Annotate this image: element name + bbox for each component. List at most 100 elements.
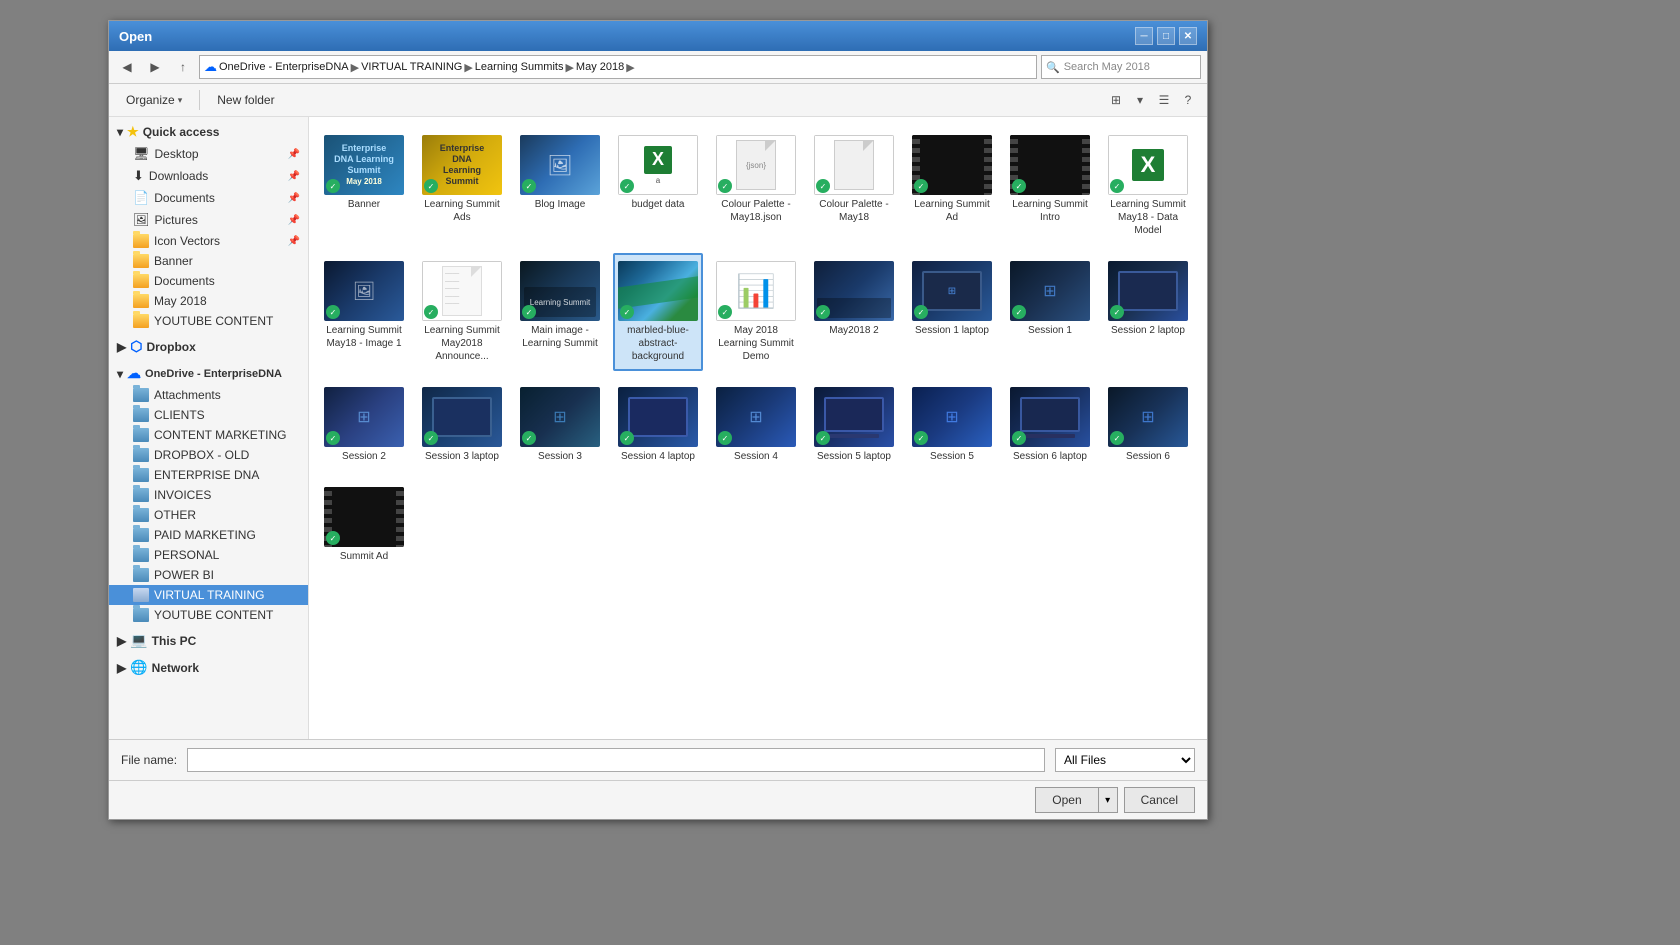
list-item[interactable]: 🖼 ✓ Learning Summit May18 - Image 1 [319,253,409,371]
sidebar-item-personal[interactable]: PERSONAL [109,545,308,565]
sync-icon: ✓ [326,531,340,545]
sidebar-item-downloads-label: Downloads [149,169,208,183]
list-item[interactable]: ✓ Summit Ad [319,479,409,571]
view-dropdown-button[interactable]: ▾ [1129,89,1151,111]
this-pc-header[interactable]: ▶ 💻 This PC [109,629,308,652]
search-box[interactable]: 🔍 Search May 2018 [1041,55,1201,79]
sidebar-item-personal-label: PERSONAL [154,548,219,562]
sidebar-item-documents2[interactable]: Documents [109,271,308,291]
list-item[interactable]: ──────────────────── ✓ Learning Summit M… [417,253,507,371]
toolbar: Organize ▾ New folder ⊞ ▾ ☰ ? [109,84,1207,117]
maximize-button[interactable]: □ [1157,27,1175,45]
list-item[interactable]: X ✓ Learning Summit May18 - Data Model [1103,127,1193,245]
onedrive-header[interactable]: ▾ ☁ OneDrive - EnterpriseDNA [109,362,308,385]
file-grid: EnterpriseDNA LearningSummitMay 2018 ✓ B… [319,127,1197,571]
organize-chevron-icon: ▾ [178,95,183,106]
sidebar-item-pictures[interactable]: 🖼 Pictures 📌 [109,209,308,231]
list-item[interactable]: ⊞ ✓ Session 1 laptop [907,253,997,371]
sidebar-item-invoices[interactable]: INVOICES [109,485,308,505]
open-button-dropdown[interactable]: ▾ [1098,787,1118,813]
list-item[interactable]: ⊞ ✓ Session 4 [711,379,801,471]
list-item[interactable]: ✓ May2018 2 [809,253,899,371]
file-name: Session 6 laptop [1013,450,1087,463]
sidebar-item-content-marketing[interactable]: CONTENT MARKETING [109,425,308,445]
list-item[interactable]: EnterpriseDNA LearningSummitMay 2018 ✓ B… [319,127,409,245]
sidebar-item-virtual-training[interactable]: VIRTUAL TRAINING [109,585,308,605]
list-item[interactable]: ✓ marbled-blue-abstract-background [613,253,703,371]
sidebar-item-documents[interactable]: 📄 Documents 📌 [109,187,308,209]
sidebar-item-youtube-content2-label: YOUTUBE CONTENT [154,608,273,622]
sync-icon: ✓ [326,179,340,193]
forward-icon: ▶ [150,60,159,74]
list-item[interactable]: ✓ Session 3 laptop [417,379,507,471]
open-button[interactable]: Open [1035,787,1097,813]
list-item[interactable]: ⊞ ✓ Session 6 [1103,379,1193,471]
minimize-button[interactable]: ─ [1135,27,1153,45]
list-item[interactable]: ✓ Session 2 laptop [1103,253,1193,371]
sidebar-item-other-label: OTHER [154,508,196,522]
list-item[interactable]: 📊 ✓ May 2018 Learning Summit Demo [711,253,801,371]
sidebar-item-power-bi[interactable]: POWER BI [109,565,308,585]
list-item[interactable]: 🖼 ✓ Blog Image [515,127,605,245]
filetype-select[interactable]: All Files [1055,748,1195,772]
cancel-button[interactable]: Cancel [1124,787,1195,813]
file-thumbnail: ⊞ ✓ [520,387,600,447]
this-pc-icon: 💻 [130,632,147,649]
list-item[interactable]: ✓ Learning Summit Ad [907,127,997,245]
sidebar-item-paid-marketing[interactable]: PAID MARKETING [109,525,308,545]
list-item[interactable]: X a ✓ budget data [613,127,703,245]
filename-input[interactable] [187,748,1045,772]
address-bar[interactable]: ☁ OneDrive - EnterpriseDNA ▶ VIRTUAL TRA… [199,55,1037,79]
organize-button[interactable]: Organize ▾ [117,88,191,112]
sidebar-item-may2018[interactable]: May 2018 [109,291,308,311]
sidebar-item-icon-vectors[interactable]: Icon Vectors 📌 [109,231,308,251]
sidebar-item-dropbox-old[interactable]: DROPBOX - OLD [109,445,308,465]
help-button[interactable]: ? [1177,89,1199,111]
view-list-button[interactable]: ☰ [1153,89,1175,111]
left-panel: ▾ ★ Quick access 🖥 Desktop 📌 ⬇ Downloads… [109,117,309,739]
power-bi-folder-icon [133,568,149,582]
sidebar-item-attachments-label: Attachments [154,388,221,402]
file-name: Session 2 laptop [1111,324,1185,337]
list-item[interactable]: ✓ Colour Palette - May18 [809,127,899,245]
up-icon: ↑ [180,60,186,74]
list-item[interactable]: ✓ Learning Summit Intro [1005,127,1095,245]
back-button[interactable]: ◀ [115,56,139,78]
sidebar-item-youtube-content[interactable]: YOUTUBE CONTENT [109,311,308,331]
list-item[interactable]: ⊞ ✓ Session 5 [907,379,997,471]
list-item[interactable]: ✓ Session 5 laptop [809,379,899,471]
sync-icon: ✓ [1110,179,1124,193]
file-thumbnail: Learning Summit ✓ [520,261,600,321]
list-item[interactable]: {json} ✓ Colour Palette - May18.json [711,127,801,245]
quick-access-icon: ★ [127,124,139,140]
sidebar-item-attachments[interactable]: Attachments [109,385,308,405]
open-dialog: Open ─ □ ✕ ◀ ▶ ↑ ☁ OneDrive - Enterprise… [108,20,1208,820]
title-bar-controls: ─ □ ✕ [1135,27,1197,45]
sidebar-item-downloads[interactable]: ⬇ Downloads 📌 [109,165,308,187]
sidebar-item-clients[interactable]: CLIENTS [109,405,308,425]
sidebar-item-other[interactable]: OTHER [109,505,308,525]
close-button[interactable]: ✕ [1179,27,1197,45]
list-item[interactable]: ⊞ ✓ Session 2 [319,379,409,471]
quick-access-header[interactable]: ▾ ★ Quick access [109,121,308,143]
list-item[interactable]: ✓ Session 6 laptop [1005,379,1095,471]
organize-label: Organize [126,93,175,107]
network-header[interactable]: ▶ 🌐 Network [109,656,308,679]
dropbox-header[interactable]: ▶ ⬡ Dropbox [109,335,308,358]
sidebar-item-desktop[interactable]: 🖥 Desktop 📌 [109,143,308,165]
sidebar-item-banner[interactable]: Banner [109,251,308,271]
list-item[interactable]: ⊞ ✓ Session 1 [1005,253,1095,371]
file-name: Banner [348,198,380,211]
sidebar-item-enterprise-dna[interactable]: ENTERPRISE DNA [109,465,308,485]
list-item[interactable]: ✓ Session 4 laptop [613,379,703,471]
list-item[interactable]: Learning Summit ✓ Main image - Learning … [515,253,605,371]
file-name: Colour Palette - May18 [815,198,893,224]
sidebar-item-youtube-content2[interactable]: YOUTUBE CONTENT [109,605,308,625]
new-folder-button[interactable]: New folder [208,88,283,112]
view-toggle-button[interactable]: ⊞ [1105,89,1127,111]
up-button[interactable]: ↑ [171,56,195,78]
forward-button[interactable]: ▶ [143,56,167,78]
list-item[interactable]: EnterpriseDNALearningSummit ✓ Learning S… [417,127,507,245]
list-item[interactable]: ⊞ ✓ Session 3 [515,379,605,471]
may2018-folder-icon [133,294,149,308]
